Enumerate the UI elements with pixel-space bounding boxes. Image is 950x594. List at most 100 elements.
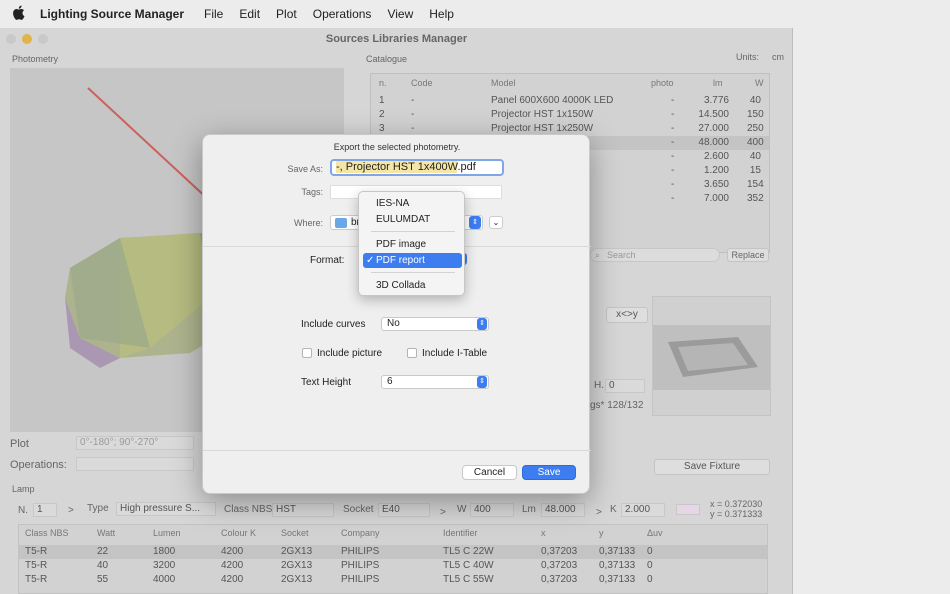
lamp-col-header[interactable]: Δuv: [647, 528, 663, 538]
text-height-select[interactable]: 6 ⇕: [381, 375, 489, 389]
lamp-cell: 40: [97, 560, 109, 571]
lamp-col-header[interactable]: x: [541, 528, 546, 538]
catalogue-cell-photo: -: [671, 179, 675, 190]
where-label: Where:: [293, 218, 323, 228]
lamp-n-next-icon[interactable]: >: [68, 505, 74, 516]
include-itable-checkbox[interactable]: [407, 348, 417, 358]
lamp-table[interactable]: Class NBS Watt Lumen Colour K Socket Company I…: [18, 524, 768, 594]
lamp-cell: 1800: [153, 546, 176, 557]
lamp-col-header[interactable]: y: [599, 528, 604, 538]
col-header-model[interactable]: Model: [491, 78, 516, 88]
lamp-table-row[interactable]: T5-R 40 3200 4200 2GX13 PHILIPS TL5 C 40W 0,372…: [19, 559, 767, 573]
col-header-w[interactable]: W: [755, 78, 764, 88]
lamp-w-next-icon[interactable]: >: [440, 507, 446, 518]
menu-plot[interactable]: Plot: [276, 7, 297, 21]
lamp-table-row[interactable]: T5-R 22 1800 4200 2GX13 PHILIPS TL5 C 22W 0,372…: [19, 545, 767, 559]
h-input[interactable]: 0: [605, 379, 645, 393]
lamp-cell: 4200: [221, 560, 244, 571]
catalogue-row[interactable]: 1 - Panel 600X600 4000K LED - 3.776 40: [371, 94, 769, 108]
text-height-stepper-icon: ⇕: [477, 376, 487, 388]
lamp-col-header[interactable]: Lumen: [153, 528, 181, 538]
format-option-eulumdat[interactable]: EULUMDAT: [363, 212, 462, 227]
lamp-col-header[interactable]: Watt: [97, 528, 115, 538]
lamp-colour-swatch[interactable]: [676, 504, 700, 515]
zoom-window-button[interactable]: [38, 34, 48, 44]
save-as-label: Save As:: [287, 164, 323, 174]
menu-bar: Lighting Source Manager File Edit Plot O…: [0, 0, 950, 28]
format-option-pdf-image[interactable]: PDF image: [363, 237, 462, 252]
expand-browser-button[interactable]: ⌄: [489, 216, 503, 229]
lamp-classnbs-input[interactable]: HST: [272, 503, 334, 517]
save-fixture-button[interactable]: Save Fixture: [654, 459, 770, 475]
lamp-cell: PHILIPS: [341, 560, 380, 571]
menu-operations[interactable]: Operations: [313, 7, 372, 21]
cancel-button[interactable]: Cancel: [462, 465, 517, 480]
lamp-lm-next-icon[interactable]: >: [596, 507, 602, 518]
menu-view[interactable]: View: [387, 7, 413, 21]
replace-button[interactable]: Replace: [727, 248, 769, 262]
catalogue-search-input[interactable]: ⌕ Search: [590, 248, 720, 262]
lamp-col-header[interactable]: Company: [341, 528, 380, 538]
app-name-menu[interactable]: Lighting Source Manager: [40, 7, 184, 21]
lamp-type-select[interactable]: High pressure S...: [116, 502, 216, 516]
lamp-col-header[interactable]: Colour K: [221, 528, 256, 538]
catalogue-cell-n: 2: [379, 109, 385, 120]
catalogue-cell-photo: -: [671, 137, 675, 148]
save-button[interactable]: Save: [522, 465, 576, 480]
lamp-k-input[interactable]: 2.000: [621, 503, 665, 517]
lamp-col-header[interactable]: Socket: [281, 528, 309, 538]
include-curves-select[interactable]: No ⇕: [381, 317, 489, 331]
col-header-n[interactable]: n.: [379, 78, 387, 88]
catalogue-cell-model: Projector HST 1x250W: [491, 123, 594, 134]
lamp-col-header[interactable]: Identifier: [443, 528, 478, 538]
lamp-cell: 0,37203: [541, 574, 578, 585]
swap-xy-button[interactable]: x<>y: [606, 307, 648, 323]
catalogue-cell-w: 250: [747, 123, 764, 134]
lamp-classnbs-label: Class NBS: [224, 504, 273, 515]
catalogue-cell-photo: -: [671, 123, 675, 134]
lamp-cell: 3200: [153, 560, 176, 571]
catalogue-cell-w: 150: [747, 109, 764, 120]
lamp-cell: 0,37203: [541, 560, 578, 571]
menu-file[interactable]: File: [204, 7, 223, 21]
lamp-table-row[interactable]: T5-R 55 4000 4200 2GX13 PHILIPS TL5 C 55W 0,372…: [19, 573, 767, 587]
lamp-lm-input[interactable]: 48.000: [541, 503, 585, 517]
lamp-socket-input[interactable]: E40: [378, 503, 430, 517]
lamp-w-input[interactable]: 400: [470, 503, 514, 517]
include-picture-checkbox[interactable]: [302, 348, 312, 358]
format-option-3d-collada[interactable]: 3D Collada: [363, 278, 462, 293]
lamp-n-input[interactable]: 1: [33, 503, 57, 517]
catalogue-cell-photo: -: [671, 109, 675, 120]
checkmark-icon: ✓: [366, 255, 375, 266]
minimize-window-button[interactable]: [22, 34, 32, 44]
plot-select[interactable]: 0°-180°; 90°-270°: [76, 436, 194, 450]
lamp-col-header[interactable]: Class NBS: [25, 528, 69, 538]
col-header-lm[interactable]: lm: [713, 78, 723, 88]
catalogue-cell-w: 40: [749, 151, 761, 162]
operations-select[interactable]: [76, 457, 194, 471]
lamp-w-label: W: [457, 504, 467, 515]
close-window-button[interactable]: [6, 34, 16, 44]
h-label: H.: [594, 380, 604, 391]
catalogue-cell-lm: 3.776: [703, 95, 729, 106]
fixture-picture: [652, 296, 771, 416]
lamp-cell: 0,37203: [541, 546, 578, 557]
lamp-cell: 55: [97, 574, 109, 585]
format-option-ies-na[interactable]: IES-NA: [363, 196, 462, 211]
catalogue-cell-lm: 2.600: [703, 151, 729, 162]
window-titlebar: Sources Libraries Manager: [0, 28, 793, 50]
lamp-cell: 4200: [221, 546, 244, 557]
lamp-y-coord: y = 0.371333: [710, 509, 763, 519]
menu-help[interactable]: Help: [429, 7, 454, 21]
catalogue-row[interactable]: 2 - Projector HST 1x150W - 14.500 150: [371, 108, 769, 122]
format-option-pdf-report[interactable]: ✓ PDF report: [363, 253, 462, 268]
catalogue-cell-w: 352: [747, 193, 764, 204]
lamp-x-coord: x = 0.372030: [710, 499, 763, 509]
catalogue-cell-lm: 48.000: [698, 137, 729, 148]
apple-icon[interactable]: [12, 5, 28, 23]
save-as-input[interactable]: -, Projector HST 1x400W.pdf: [330, 159, 504, 176]
col-header-photo[interactable]: photo: [651, 78, 674, 88]
col-header-code[interactable]: Code: [411, 78, 433, 88]
menu-edit[interactable]: Edit: [239, 7, 260, 21]
operations-label: Operations:: [10, 459, 67, 471]
